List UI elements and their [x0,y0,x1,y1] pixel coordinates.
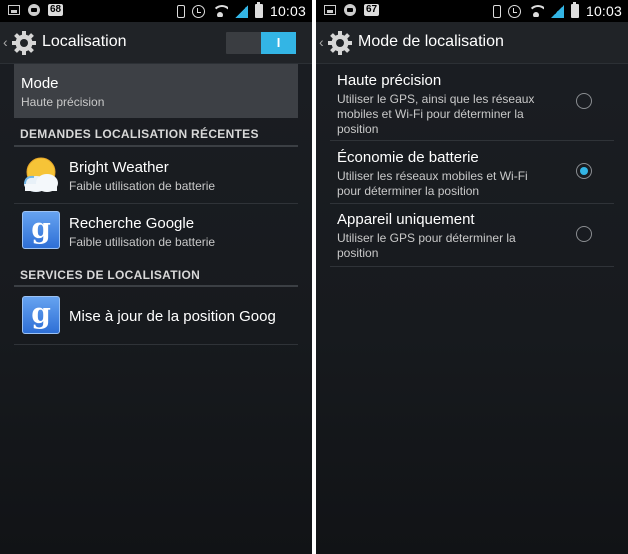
item-title: Bright Weather [69,159,169,176]
toggle-on-knob: I [261,32,296,54]
google-app-icon: g [22,296,60,334]
section-divider [14,285,298,287]
status-bar: 68 10:03 [0,0,312,22]
action-bar: ‹ Mode de localisation [316,22,628,64]
chat-notification-icon [28,4,40,16]
battery-icon [570,2,579,18]
radio-button-checked[interactable] [576,163,592,179]
clock: 10:03 [585,3,622,19]
option-title: Économie de batterie [337,149,479,166]
option-title: Haute précision [337,72,442,89]
chat-notification-icon [344,4,356,16]
clock: 10:03 [269,3,306,19]
wifi-icon [211,5,228,17]
mode-setting-row[interactable]: Mode Haute précision [14,64,298,118]
option-description: Utiliser le GPS pour déterminer la posit… [337,231,516,260]
mode-value: Haute précision [21,95,105,109]
option-divider [330,266,614,267]
alarm-icon [507,4,521,18]
option-description: Utiliser les réseaux mobiles et Wi-Fi po… [337,169,528,198]
option-device-only[interactable]: Appareil uniquement Utiliser le GPS pour… [330,204,614,266]
list-item-bright-weather[interactable]: Bright Weather Faible utilisation de bat… [14,147,298,203]
gallery-notification-icon [324,5,336,15]
item-subtitle: Faible utilisation de batterie [69,179,216,193]
list-item-position-update[interactable]: g Mise à jour de la position Goog [14,288,298,344]
gallery-notification-icon [8,5,20,15]
item-title: Recherche Google [69,215,195,232]
notification-count: 67 [364,4,380,16]
rotate-icon [176,4,185,18]
radio-button-unchecked[interactable] [576,226,592,242]
gear-icon[interactable] [11,30,37,56]
weather-app-icon [24,157,58,192]
screen-title: Localisation [42,33,127,50]
battery-icon [254,2,263,18]
item-title: Mise à jour de la position Goog [69,308,276,325]
back-chevron-icon[interactable]: ‹ [3,34,8,50]
screen-title: Mode de localisation [358,33,504,50]
radio-button-unchecked[interactable] [576,93,592,109]
alarm-icon [191,4,205,18]
item-subtitle: Faible utilisation de batterie [69,235,216,249]
mode-title: Mode [21,75,59,92]
list-divider [14,344,298,345]
notification-count: 68 [48,4,64,16]
action-bar: ‹ Localisation I [0,22,312,64]
back-chevron-icon[interactable]: ‹ [319,34,324,50]
localisation-screen: 68 10:03 ‹ Localisation I Mode Haute pré… [0,0,312,554]
status-bar: 67 10:03 [316,0,628,22]
option-description: Utiliser le GPS, ainsi que les réseaux m… [337,92,535,136]
signal-icon [234,4,248,18]
section-header-recent-requests: DEMANDES LOCALISATION RÉCENTES [20,127,259,141]
rotate-icon [492,4,501,18]
section-header-location-services: SERVICES DE LOCALISATION [20,268,201,282]
wifi-icon [527,5,544,17]
list-item-recherche-google[interactable]: g Recherche Google Faible utilisation de… [14,203,298,259]
option-title: Appareil uniquement [337,211,475,228]
gear-icon[interactable] [327,30,353,56]
option-battery-saving[interactable]: Économie de batterie Utiliser les réseau… [330,141,614,203]
location-toggle[interactable]: I [226,32,296,54]
google-app-icon: g [22,211,60,249]
signal-icon [550,4,564,18]
option-high-accuracy[interactable]: Haute précision Utiliser le GPS, ainsi q… [330,64,614,140]
